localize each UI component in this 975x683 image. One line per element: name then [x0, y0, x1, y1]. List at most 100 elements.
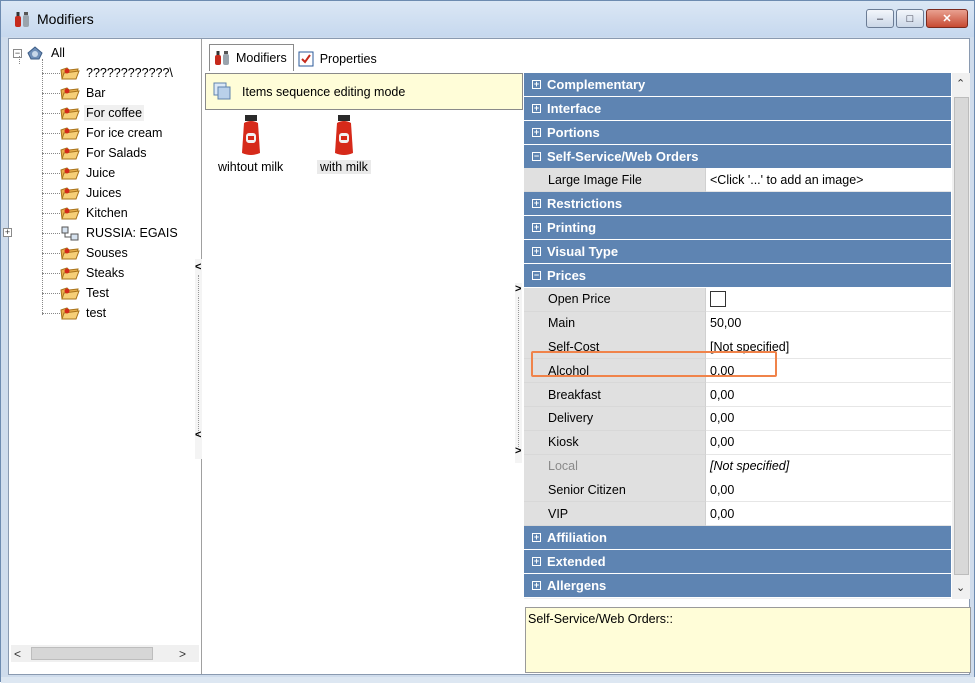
open-price-checkbox[interactable]	[710, 291, 726, 308]
client-area: − All ????????????\ Bar For coffee For ice …	[3, 38, 971, 675]
tree-item[interactable]: test	[42, 303, 108, 323]
category-label: Prices	[547, 267, 587, 283]
tree-item[interactable]: Kitchen	[42, 203, 130, 223]
property-row[interactable]: Large Image File <Click '...' to add an i…	[524, 168, 951, 193]
category-row[interactable]: − Prices	[524, 263, 951, 288]
tree-item[interactable]: ????????????\	[42, 63, 175, 83]
expand-icon[interactable]: +	[532, 533, 541, 543]
tab-modifiers[interactable]: Modifiers	[209, 44, 294, 71]
right-splitter[interactable]: > >	[515, 283, 522, 463]
property-value[interactable]: 50,00	[706, 312, 951, 336]
scroll-right-icon[interactable]: >	[179, 647, 186, 661]
tree-item[interactable]: Bar	[42, 83, 107, 103]
collapse-left-icon[interactable]: <	[195, 261, 201, 273]
property-row[interactable]: Breakfast 0,00	[524, 383, 951, 408]
collapse-icon[interactable]: −	[532, 151, 541, 161]
tab-properties[interactable]: Properties	[294, 47, 383, 71]
tree-root[interactable]: − All	[13, 43, 67, 63]
scroll-left-icon[interactable]: <	[14, 647, 21, 661]
property-row[interactable]: Local [Not specified]	[524, 454, 951, 479]
category-row[interactable]: + Complementary	[524, 73, 951, 97]
property-value[interactable]: [Not specified]	[706, 455, 951, 479]
property-grid-scrollbar[interactable]: ⌃ ⌄	[952, 73, 970, 599]
sequence-icon	[213, 82, 231, 99]
tree-item-label: RUSSIA: EGAIS	[86, 226, 178, 240]
expand-icon[interactable]: +	[532, 103, 541, 113]
category-label: Allergens	[547, 577, 607, 593]
tree-item[interactable]: Steaks	[42, 263, 126, 283]
scroll-down-icon[interactable]: ⌄	[956, 581, 965, 594]
tree-item-label: For coffee	[84, 105, 145, 121]
collapse-icon[interactable]: −	[532, 270, 541, 280]
category-label: Self-Service/Web Orders	[547, 148, 699, 164]
expand-icon[interactable]: +	[532, 127, 541, 137]
tree-item[interactable]: Test	[42, 283, 111, 303]
tree-item[interactable]: For Salads	[42, 143, 148, 163]
close-button[interactable]: ✕	[926, 9, 968, 28]
property-value[interactable]: 0,00	[706, 383, 951, 408]
property-row[interactable]: Kiosk 0,00	[524, 430, 951, 455]
folder-icon	[60, 107, 80, 120]
collapse-icon[interactable]: −	[13, 48, 22, 58]
tree-item[interactable]: For coffee	[42, 103, 145, 123]
property-row[interactable]: Delivery 0,00	[524, 406, 951, 431]
expand-icon[interactable]: +	[532, 580, 541, 590]
maximize-button[interactable]: □	[896, 9, 924, 28]
expand-icon[interactable]: +	[3, 228, 12, 237]
category-row[interactable]: + Portions	[524, 120, 951, 145]
folder-icon	[60, 167, 80, 180]
property-name: Kiosk	[524, 430, 706, 455]
tab-strip: Modifiers Properties	[209, 44, 383, 71]
property-row[interactable]: Open Price	[524, 287, 951, 312]
property-row[interactable]: VIP 0,00	[524, 502, 951, 527]
property-value[interactable]: <Click '...' to add an image>	[706, 168, 951, 193]
category-label: Extended	[547, 554, 606, 569]
category-label: Visual Type	[547, 243, 619, 259]
property-value[interactable]: 0,00	[706, 478, 951, 503]
collapse-left-icon-bottom[interactable]: <	[195, 429, 201, 441]
property-value[interactable]: 0,00	[706, 407, 951, 431]
tree-item-label: Test	[86, 286, 109, 300]
category-row[interactable]: + Affiliation	[524, 526, 951, 551]
minimize-button[interactable]: –	[866, 9, 894, 28]
expand-icon[interactable]: +	[532, 223, 541, 233]
category-row[interactable]: + Extended	[524, 550, 951, 574]
collapse-right-icon-bottom[interactable]: >	[515, 445, 521, 457]
category-row[interactable]: + Interface	[524, 96, 951, 121]
tree-item[interactable]: Souses	[42, 243, 130, 263]
tree-horizontal-scrollbar[interactable]: < >	[11, 645, 199, 662]
expand-icon[interactable]: +	[532, 199, 541, 209]
scroll-up-icon[interactable]: ⌃	[956, 77, 965, 90]
tree-item[interactable]: For ice cream	[42, 123, 164, 143]
tree-item[interactable]: Juices	[42, 183, 123, 203]
window-title: Modifiers	[37, 11, 94, 27]
property-value[interactable]	[706, 288, 951, 312]
category-row[interactable]: + Visual Type	[524, 239, 951, 264]
folder-icon	[60, 247, 80, 260]
category-row[interactable]: + Allergens	[524, 573, 951, 598]
property-row[interactable]: Main 50,00	[524, 311, 951, 336]
item-label: wihtout milk	[218, 160, 284, 174]
category-row[interactable]: − Self-Service/Web Orders	[524, 144, 951, 169]
modifier-item-without-milk[interactable]: wihtout milk	[215, 113, 286, 174]
property-name: Large Image File	[524, 168, 706, 193]
tree-item[interactable]: + RUSSIA: EGAIS	[3, 223, 180, 243]
property-row[interactable]: Senior Citizen 0,00	[524, 478, 951, 503]
property-value[interactable]: 0,00	[706, 431, 951, 455]
title-bar[interactable]: Modifiers – □ ✕	[1, 1, 974, 37]
scroll-thumb[interactable]	[954, 97, 969, 575]
property-value[interactable]: 0,00	[706, 502, 951, 527]
left-splitter[interactable]: < <	[195, 259, 202, 459]
category-row[interactable]: + Restrictions	[524, 192, 951, 217]
tree-item-label: ????????????\	[86, 66, 173, 80]
scroll-thumb[interactable]	[31, 647, 153, 660]
items-sequence-editing-mode[interactable]: Items sequence editing mode	[205, 73, 523, 110]
category-row[interactable]: + Printing	[524, 216, 951, 241]
modifier-item-with-milk[interactable]: with milk	[317, 113, 371, 174]
expand-icon[interactable]: +	[532, 80, 541, 89]
expand-icon[interactable]: +	[532, 557, 541, 566]
collapse-right-icon[interactable]: >	[515, 283, 521, 295]
expand-icon[interactable]: +	[532, 246, 541, 256]
modifiers-window: Modifiers – □ ✕ − All ????????????\ Bar Fo…	[0, 0, 975, 683]
tree-item[interactable]: Juice	[42, 163, 117, 183]
